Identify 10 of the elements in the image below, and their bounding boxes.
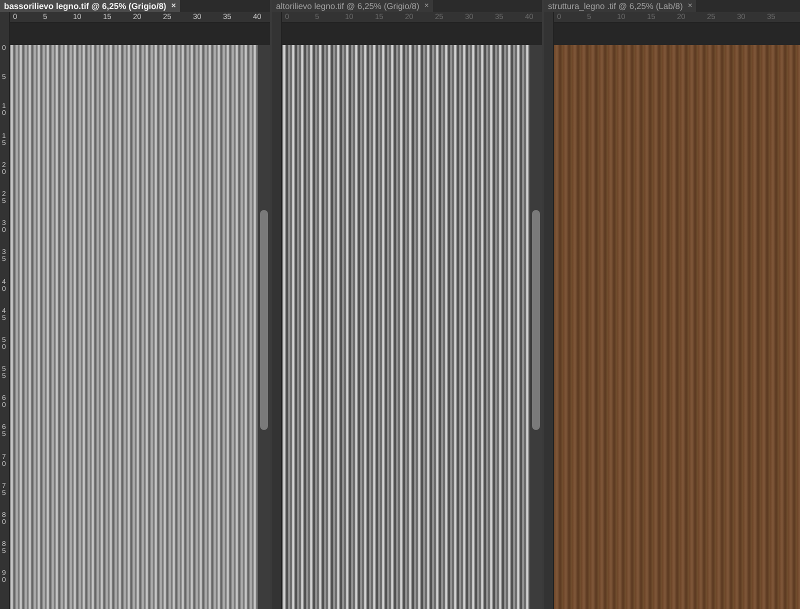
- scrollbar-thumb[interactable]: [532, 210, 540, 430]
- scrollbar[interactable]: [258, 45, 270, 609]
- scrollbar-thumb[interactable]: [260, 210, 268, 430]
- scrollbar[interactable]: [530, 45, 542, 609]
- document-tab[interactable]: altorilievo legno.tif @ 6,25% (Grigio/8) ×: [272, 0, 433, 12]
- close-button[interactable]: ×: [424, 2, 429, 10]
- close-button[interactable]: ×: [688, 2, 692, 10]
- close-button[interactable]: ×: [171, 2, 176, 10]
- document-tab[interactable]: bassorilievo legno.tif @ 6,25% (Grigio/8) ×: [0, 0, 180, 12]
- document-tab[interactable]: struttura_legno .tif @ 6,25% (Lab/8) ×: [544, 0, 696, 12]
